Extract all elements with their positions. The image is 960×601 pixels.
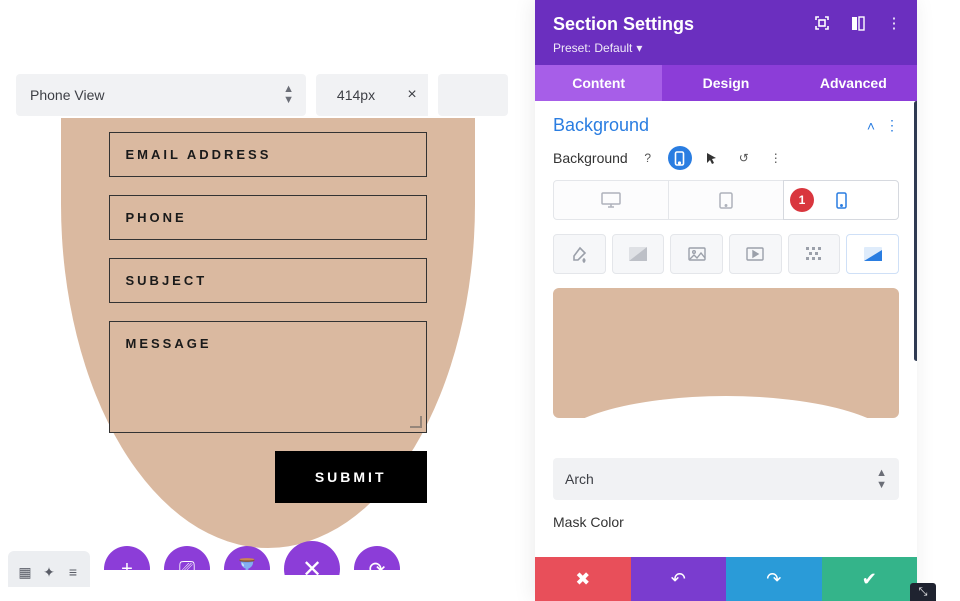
- panel-tabs: Content Design Advanced: [535, 65, 917, 101]
- kebab-menu-icon[interactable]: ⋮: [885, 117, 899, 134]
- preview-width-input[interactable]: [316, 74, 396, 116]
- background-preview[interactable]: [553, 288, 899, 418]
- view-mode-label: Phone View: [30, 87, 104, 103]
- preview-topbar: Phone View ▲▼ ×: [0, 0, 535, 128]
- background-type-tabs: [553, 234, 899, 274]
- tool-circle-3[interactable]: ⌛: [224, 546, 270, 592]
- mini-tools: ▦ ✦ ≡: [8, 551, 90, 587]
- desktop-tab[interactable]: [553, 180, 669, 220]
- phone-field[interactable]: PHONE: [109, 195, 427, 240]
- mask-shape-value: Arch: [565, 471, 594, 487]
- grid-icon[interactable]: ≡: [64, 563, 82, 581]
- builder-bottom-toolbar: ▦ ✦ ≡ + ⎚ ⌛ ✕ ⟳: [8, 541, 400, 597]
- tablet-tab[interactable]: [668, 180, 784, 220]
- tab-design[interactable]: Design: [662, 65, 789, 101]
- tool-circle-4[interactable]: ⟳: [354, 546, 400, 592]
- responsive-device-tabs: 1: [553, 180, 899, 220]
- chevron-updown-icon: ▲▼: [876, 467, 887, 491]
- submit-button[interactable]: SUBMIT: [275, 451, 427, 503]
- redo-button[interactable]: ↷: [726, 557, 822, 601]
- annotation-badge-1: 1: [790, 188, 814, 212]
- phone-responsive-icon[interactable]: [668, 146, 692, 170]
- chevron-down-icon: ▾: [636, 41, 642, 55]
- kebab-menu-icon[interactable]: ⋮: [885, 14, 903, 32]
- cancel-button[interactable]: ✖: [535, 557, 631, 601]
- reset-icon[interactable]: ↺: [732, 146, 756, 170]
- bg-pattern-tab[interactable]: [788, 234, 841, 274]
- mask-color-label: Mask Color: [553, 514, 899, 530]
- expand-icon[interactable]: [813, 14, 831, 32]
- tool-circle-2[interactable]: ⎚: [164, 546, 210, 592]
- bg-color-tab[interactable]: [553, 234, 606, 274]
- wireframe-icon[interactable]: ▦: [16, 563, 34, 581]
- chevron-updown-icon: ▲▼: [283, 84, 294, 106]
- scrollbar[interactable]: [914, 101, 917, 361]
- columns-icon[interactable]: [849, 14, 867, 32]
- panel-header: Section Settings Preset: Default ▾ ⋮: [535, 0, 917, 65]
- collapse-icon[interactable]: ˄: [867, 118, 875, 134]
- message-field[interactable]: MESSAGE: [109, 321, 427, 433]
- preview-width-group: ×: [316, 74, 428, 116]
- tab-content[interactable]: Content: [535, 65, 662, 101]
- section-title[interactable]: Background: [553, 115, 649, 136]
- clear-width-button[interactable]: ×: [396, 74, 428, 116]
- resize-corner-icon[interactable]: ⤡: [910, 583, 936, 601]
- view-mode-select[interactable]: Phone View ▲▼: [16, 74, 306, 116]
- hover-cursor-icon[interactable]: [700, 146, 724, 170]
- bg-mask-tab[interactable]: [846, 234, 899, 274]
- zoom-icon[interactable]: ✦: [40, 563, 58, 581]
- subject-field[interactable]: SUBJECT: [109, 258, 427, 303]
- phone-tab[interactable]: 1: [783, 180, 899, 220]
- panel-body: Background ˄ ⋮ Background ? ↺ ⋮: [535, 101, 917, 557]
- settings-panel: Section Settings Preset: Default ▾ ⋮ Con…: [535, 0, 917, 601]
- mask-shape-select[interactable]: Arch ▲▼: [553, 458, 899, 500]
- preview-canvas: EMAIL ADDRESS PHONE SUBJECT MESSAGE SUBM…: [0, 118, 535, 601]
- phone-preview: EMAIL ADDRESS PHONE SUBJECT MESSAGE SUBM…: [61, 118, 475, 543]
- contact-form: EMAIL ADDRESS PHONE SUBJECT MESSAGE SUBM…: [61, 118, 475, 543]
- tool-circle-1[interactable]: +: [104, 546, 150, 592]
- topbar-spacer: [438, 74, 508, 116]
- undo-button[interactable]: ↶: [631, 557, 727, 601]
- bg-image-tab[interactable]: [670, 234, 723, 274]
- tab-advanced[interactable]: Advanced: [790, 65, 917, 101]
- tool-circle-main[interactable]: ✕: [284, 541, 340, 597]
- email-field[interactable]: EMAIL ADDRESS: [109, 132, 427, 177]
- preset-label: Preset: Default: [553, 41, 632, 55]
- help-icon[interactable]: ?: [636, 146, 660, 170]
- bg-gradient-tab[interactable]: [612, 234, 665, 274]
- preset-dropdown[interactable]: Preset: Default ▾: [553, 41, 899, 55]
- section-title-row: Background ˄ ⋮: [553, 115, 899, 136]
- kebab-menu-icon[interactable]: ⋮: [764, 146, 788, 170]
- background-option-label: Background: [553, 150, 628, 166]
- save-button[interactable]: ✔: [822, 557, 918, 601]
- panel-footer: ✖ ↶ ↷ ✔: [535, 557, 917, 601]
- background-option-row: Background ? ↺ ⋮: [553, 146, 899, 170]
- bg-video-tab[interactable]: [729, 234, 782, 274]
